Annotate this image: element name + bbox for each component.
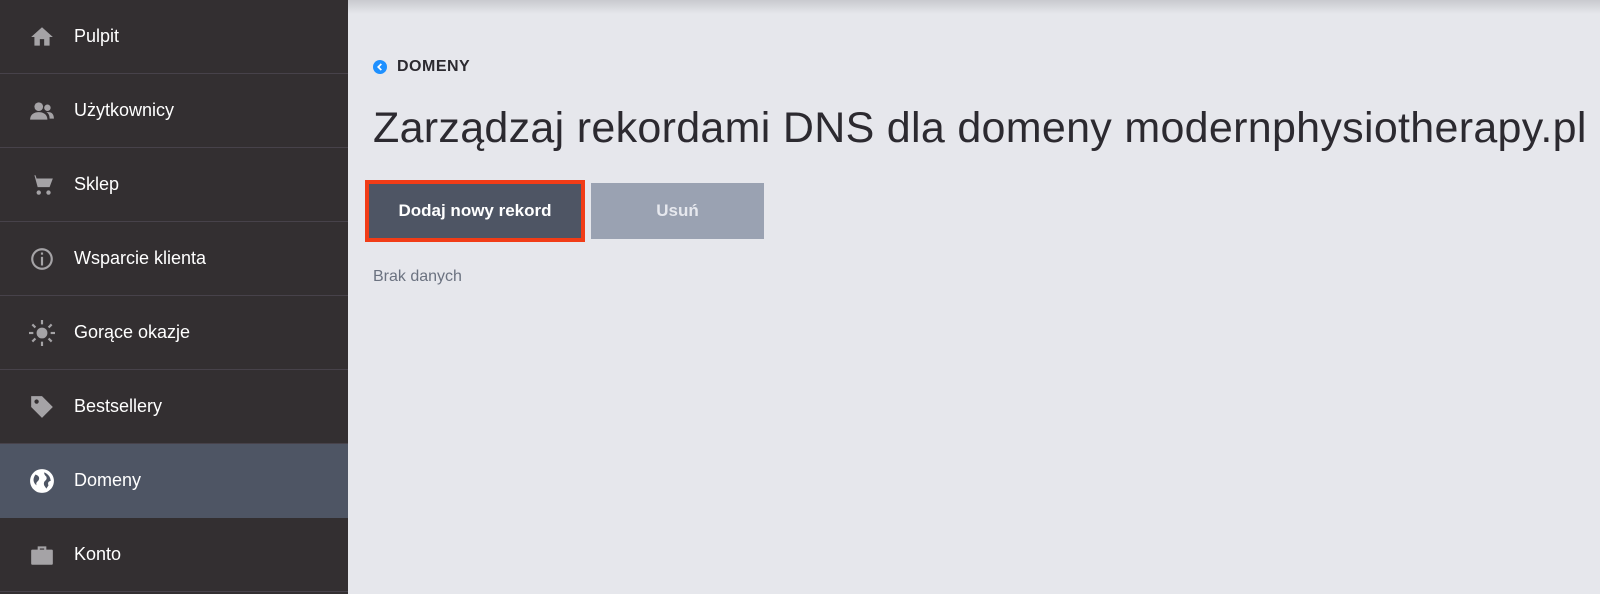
sidebar-item-label: Gorące okazje bbox=[74, 322, 191, 342]
sidebar: Pulpit Użytkownicy Sklep Wsparcie klient… bbox=[0, 0, 348, 594]
globe-icon bbox=[28, 467, 56, 495]
sidebar-item-label: Sklep bbox=[74, 174, 120, 194]
briefcase-icon bbox=[28, 541, 56, 569]
cart-icon bbox=[28, 171, 56, 199]
home-icon bbox=[28, 23, 56, 51]
sidebar-item-domeny[interactable]: Domeny bbox=[0, 444, 348, 518]
sun-icon bbox=[28, 319, 56, 347]
top-shadow bbox=[348, 0, 1600, 14]
sidebar-item-konto[interactable]: Konto bbox=[0, 518, 348, 592]
back-arrow-icon[interactable] bbox=[373, 60, 387, 74]
sidebar-item-bestsellery[interactable]: Bestsellery bbox=[0, 370, 348, 444]
page-title: Zarządzaj rekordami DNS dla domeny moder… bbox=[373, 104, 1587, 152]
add-record-button[interactable]: Dodaj nowy rekord bbox=[365, 180, 585, 242]
main-content: DOMENY Zarządzaj rekordami DNS dla domen… bbox=[348, 0, 1600, 594]
tag-icon bbox=[28, 393, 56, 421]
empty-state-text: Brak danych bbox=[373, 268, 462, 285]
sidebar-item-pulpit[interactable]: Pulpit bbox=[0, 0, 348, 74]
sidebar-item-label: Wsparcie klienta bbox=[74, 248, 207, 268]
sidebar-item-label: Użytkownicy bbox=[74, 100, 175, 120]
breadcrumb-label[interactable]: DOMENY bbox=[397, 58, 470, 76]
sidebar-item-wsparcie[interactable]: Wsparcie klienta bbox=[0, 222, 348, 296]
info-icon bbox=[28, 245, 56, 273]
sidebar-item-label: Domeny bbox=[74, 470, 142, 490]
users-icon bbox=[28, 97, 56, 125]
sidebar-item-sklep[interactable]: Sklep bbox=[0, 148, 348, 222]
sidebar-item-label: Bestsellery bbox=[74, 396, 163, 416]
delete-button[interactable]: Usuń bbox=[591, 183, 764, 239]
sidebar-item-label: Konto bbox=[74, 544, 122, 564]
sidebar-item-uzytkownicy[interactable]: Użytkownicy bbox=[0, 74, 348, 148]
sidebar-item-okazje[interactable]: Gorące okazje bbox=[0, 296, 348, 370]
sidebar-item-label: Pulpit bbox=[74, 26, 120, 46]
breadcrumb[interactable]: DOMENY bbox=[373, 58, 470, 76]
